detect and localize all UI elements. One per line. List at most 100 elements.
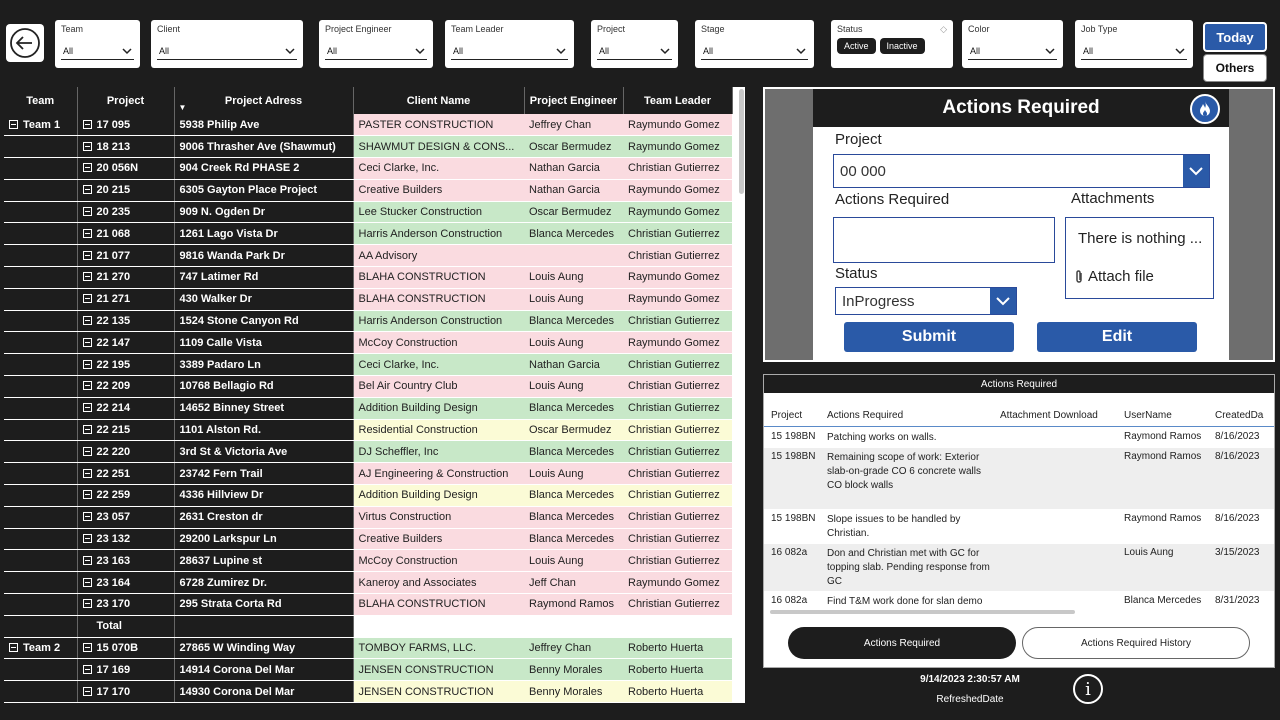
project-cell[interactable]: 23 164 (77, 571, 175, 595)
collapse-icon[interactable] (9, 119, 18, 129)
others-button[interactable]: Others (1203, 54, 1267, 82)
header-client[interactable]: Client Name (353, 87, 525, 114)
collapse-icon[interactable] (82, 316, 92, 326)
status-active-button[interactable]: Active (837, 38, 876, 54)
header-team[interactable]: Team (4, 87, 78, 114)
table-row[interactable]: Team 1 17 095 5938 Philip Ave PASTER CONSTR… (4, 114, 732, 137)
edit-button[interactable]: Edit (1037, 322, 1197, 352)
collapse-icon[interactable] (82, 577, 92, 587)
project-cell[interactable]: 18 213 (77, 135, 175, 159)
filter-4[interactable]: Project All (591, 20, 678, 68)
status-dropdown[interactable]: InProgress (835, 287, 1017, 315)
collapse-icon[interactable] (9, 643, 18, 653)
collapse-icon[interactable] (82, 686, 92, 696)
filter-6[interactable]: Color All (962, 20, 1063, 68)
list-item[interactable]: 15 198BN Remaining scope of work: Exterio… (764, 448, 1274, 510)
collapse-icon[interactable] (82, 425, 92, 435)
collapse-icon[interactable] (82, 294, 92, 304)
table-row[interactable]: 23 057 2631 Creston dr Virtus Construction… (4, 506, 732, 529)
collapse-icon[interactable] (82, 337, 92, 347)
tab-actions-required[interactable]: Actions Required (788, 627, 1016, 659)
header-address[interactable]: Project Adress ▼ (174, 87, 354, 114)
actions-required-input[interactable] (833, 217, 1055, 263)
col-project[interactable]: Project (771, 410, 802, 421)
today-button[interactable]: Today (1203, 22, 1267, 52)
collapse-icon[interactable] (82, 599, 92, 609)
table-row[interactable]: Team 2 15 070B 27865 W Winding Way TOMBOY F… (4, 637, 732, 660)
project-cell[interactable]: 22 147 (77, 331, 175, 355)
filter-2[interactable]: Project Engineer All (319, 20, 433, 68)
info-icon[interactable]: i (1073, 674, 1103, 704)
table-row[interactable]: 17 170 14930 Corona Del Mar JENSEN CONSTRU… (4, 680, 732, 703)
chevron-down-icon[interactable] (1183, 155, 1209, 187)
table-row[interactable]: 21 077 9816 Wanda Park Dr AA Advisory Chris… (4, 244, 732, 268)
list-item[interactable]: 16 082a Find T&M work done for slan demo … (764, 592, 1274, 606)
list-item[interactable]: 16 082a Don and Christian met with GC for… (764, 544, 1274, 592)
project-cell[interactable]: 21 077 (77, 244, 175, 268)
table-row[interactable]: 22 220 3rd St & Victoria Ave DJ Scheffler,… (4, 440, 732, 464)
collapse-icon[interactable] (82, 643, 92, 653)
actions-list-hscrollbar[interactable] (770, 610, 1075, 614)
project-dropdown[interactable]: 00 000 (833, 154, 1210, 188)
project-cell[interactable]: 17 095 (77, 114, 175, 137)
project-cell[interactable]: 21 068 (77, 222, 175, 246)
filter-0[interactable]: Team All (55, 20, 140, 68)
project-cell[interactable]: 17 170 (77, 680, 175, 703)
project-cell[interactable]: 20 215 (77, 179, 175, 202)
project-cell[interactable]: 22 259 (77, 484, 175, 507)
collapse-icon[interactable] (82, 250, 92, 260)
project-cell[interactable]: 23 057 (77, 506, 175, 529)
status-inactive-button[interactable]: Inactive (879, 38, 925, 54)
table-row[interactable]: 21 271 430 Walker Dr BLAHA CONSTRUCTION Lou… (4, 288, 732, 311)
filter-select[interactable]: All (451, 42, 568, 60)
attach-file-button[interactable]: Attach file (1074, 268, 1154, 285)
collapse-icon[interactable] (82, 207, 92, 217)
chevron-down-icon[interactable] (990, 288, 1016, 314)
header-engineer[interactable]: Project Engineer (524, 87, 624, 114)
collapse-icon[interactable] (82, 359, 92, 369)
tab-actions-history[interactable]: Actions Required History (1022, 627, 1250, 659)
project-cell[interactable]: 22 251 (77, 462, 175, 486)
project-cell[interactable]: Total (77, 615, 175, 638)
submit-button[interactable]: Submit (844, 322, 1014, 352)
back-button[interactable] (6, 24, 44, 62)
col-created[interactable]: CreatedDa (1215, 410, 1263, 421)
project-cell[interactable]: 20 235 (77, 201, 175, 224)
project-cell[interactable]: 22 195 (77, 353, 175, 377)
col-actions[interactable]: Actions Required (827, 410, 903, 421)
project-cell[interactable]: 22 220 (77, 440, 175, 464)
table-scrollbar[interactable] (737, 87, 745, 703)
header-project[interactable]: Project (77, 87, 175, 114)
table-row[interactable]: 22 215 1101 Alston Rd. Residential Constru… (4, 419, 732, 442)
collapse-icon[interactable] (82, 185, 92, 195)
project-cell[interactable]: 21 271 (77, 288, 175, 311)
table-row[interactable]: 23 164 6728 Zumirez Dr. Kaneroy and Associ… (4, 571, 732, 595)
filter-select[interactable]: All (968, 42, 1057, 60)
collapse-icon[interactable] (82, 446, 92, 456)
collapse-icon[interactable] (82, 381, 92, 391)
collapse-icon[interactable] (82, 555, 92, 565)
attachments-box[interactable]: There is nothing ... Attach file (1065, 217, 1214, 299)
collapse-icon[interactable] (82, 141, 92, 151)
table-row[interactable]: 18 213 9006 Thrasher Ave (Shawmut) SHAWMUT… (4, 135, 732, 159)
table-row[interactable]: 17 169 14914 Corona Del Mar JENSEN CONSTRU… (4, 658, 732, 682)
table-row[interactable]: 22 147 1109 Calle Vista McCoy Construction… (4, 331, 732, 355)
collapse-icon[interactable] (82, 403, 92, 413)
fire-icon[interactable] (1190, 94, 1220, 124)
table-row[interactable]: 22 135 1524 Stone Canyon Rd Harris Anderso… (4, 310, 732, 333)
table-row[interactable]: 23 163 28637 Lupine st McCoy Construction L… (4, 549, 732, 573)
eraser-icon[interactable]: ◇ (940, 24, 947, 35)
table-row[interactable]: 22 251 23742 Fern Trail AJ Engineering & C… (4, 462, 732, 486)
table-row[interactable]: 20 215 6305 Gayton Place Project Creative … (4, 179, 732, 202)
filter-select[interactable]: All (701, 42, 808, 60)
project-cell[interactable]: 22 215 (77, 419, 175, 442)
list-item[interactable]: 15 198BN Slope issues to be handled by Ch… (764, 510, 1274, 544)
table-row[interactable]: 21 068 1261 Lago Vista Dr Harris Anderson … (4, 222, 732, 246)
project-cell[interactable]: 15 070B (77, 637, 175, 660)
project-cell[interactable]: 23 170 (77, 593, 175, 616)
list-item[interactable]: 15 198BN Patching works on walls. Raymond … (764, 428, 1274, 448)
project-cell[interactable]: 20 056N (77, 157, 175, 180)
project-cell[interactable]: 23 132 (77, 528, 175, 551)
table-row[interactable]: 22 259 4336 Hillview Dr Addition Building … (4, 484, 732, 507)
filter-1[interactable]: Client All (151, 20, 303, 68)
